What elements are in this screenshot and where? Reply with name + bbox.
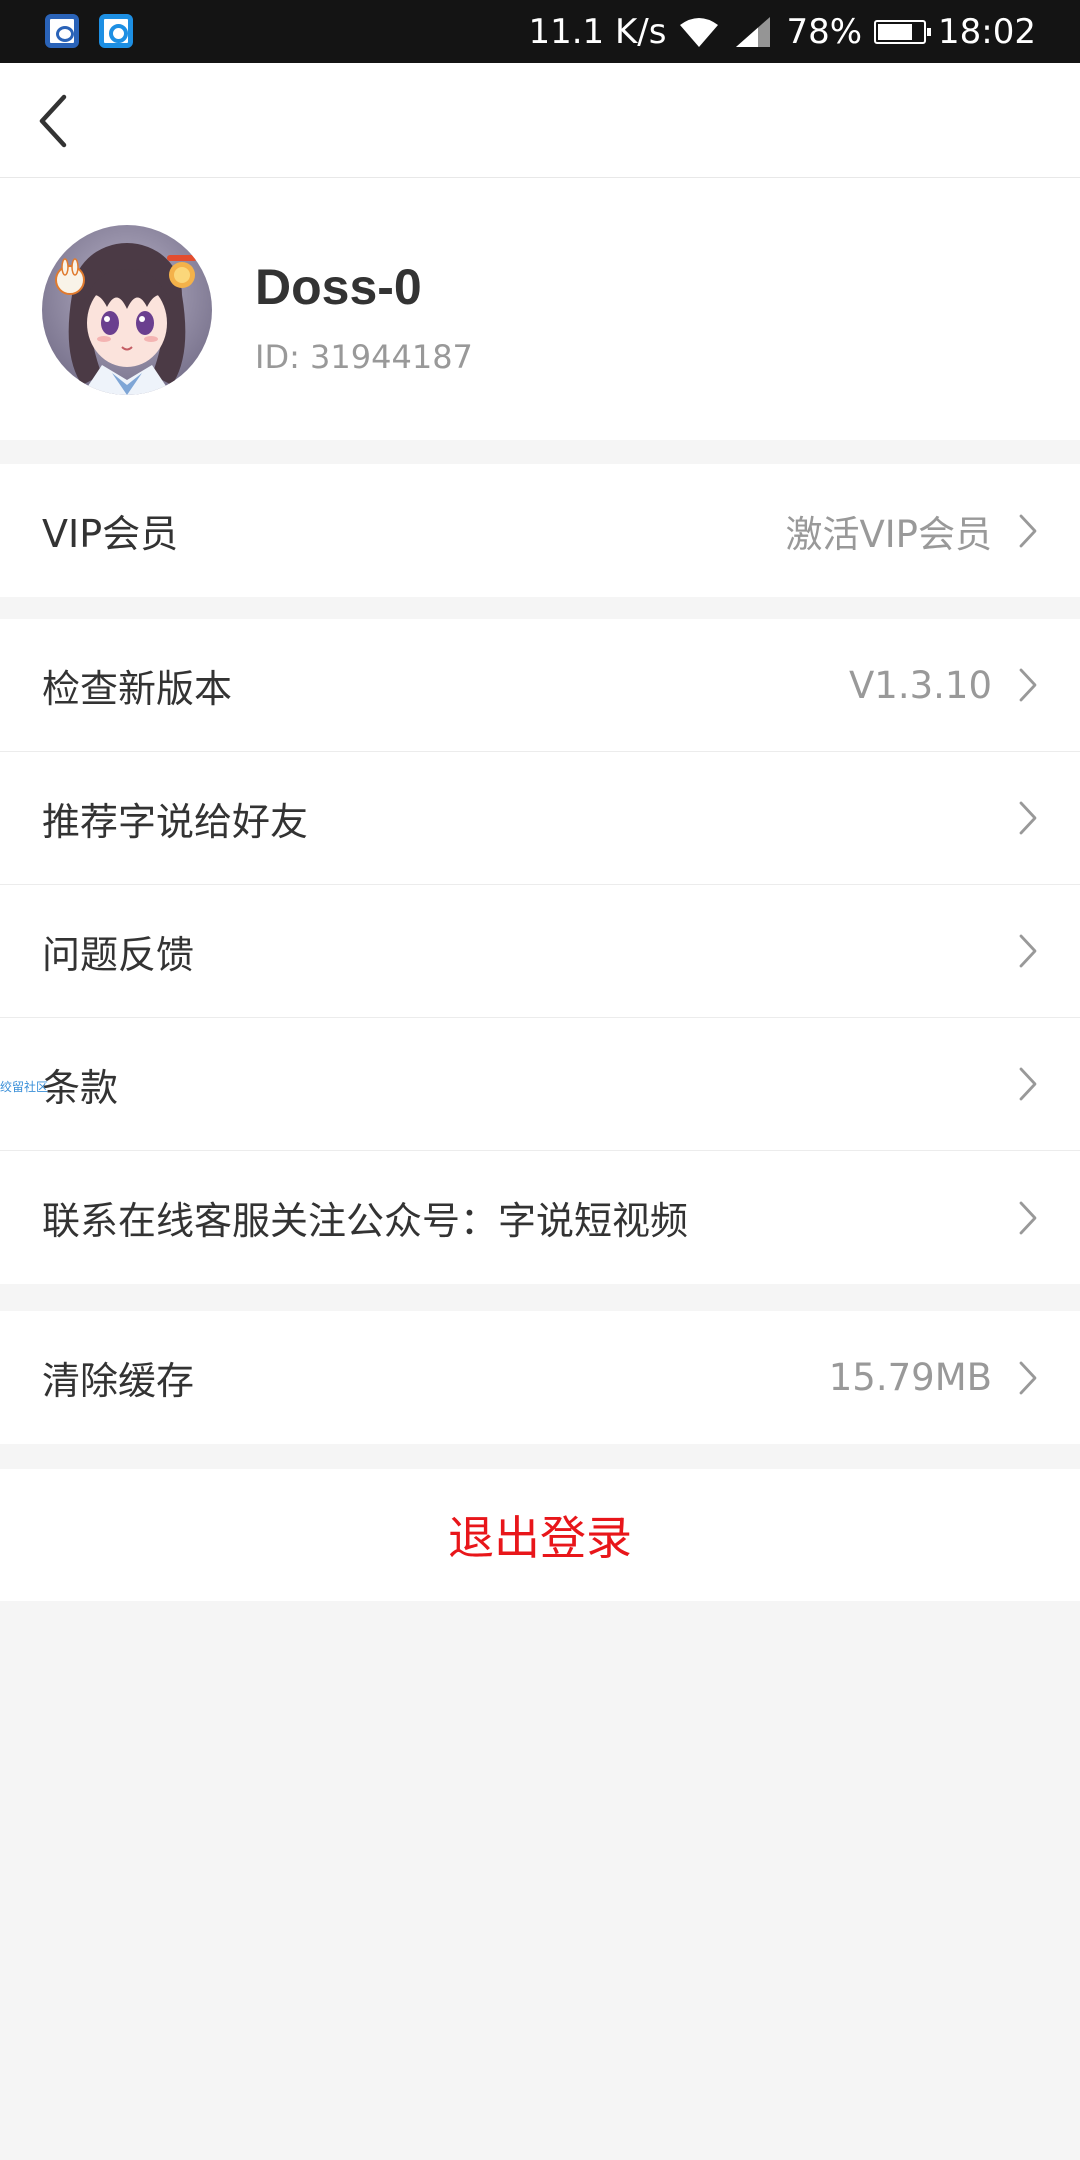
chevron-right-icon [1019,801,1037,835]
clock: 18:02 [938,11,1036,52]
version-value: V1.3.10 [849,663,992,707]
watermark-text: 绞留社区 [0,1080,49,1094]
cache-group: 清除缓存 15.79MB [0,1311,1080,1444]
customer-service-label: 联系在线客服关注公众号：字说短视频 [42,1199,689,1243]
status-bar: 11.1 K/s 78% 18:02 [0,0,1080,63]
terms-label: 条款 [42,1065,119,1110]
logout-button[interactable]: 退出登录 [0,1469,1080,1601]
clear-cache-row[interactable]: 清除缓存 15.79MB [0,1311,1080,1444]
chevron-right-icon [1019,1067,1037,1101]
chevron-right-icon [1019,514,1037,547]
logout-label: 退出登录 [448,1511,632,1565]
avatar[interactable] [42,225,212,395]
clear-cache-label: 清除缓存 [42,1359,195,1403]
check-version-label: 检查新版本 [42,666,233,711]
recommend-friends-row[interactable]: 推荐字说给好友 [0,752,1080,885]
settings-group: 检查新版本 V1.3.10 推荐字说给好友 问题反馈 绞留社区 条款 联系在线客… [0,619,1080,1284]
battery-level-fill [878,23,913,40]
check-version-row[interactable]: 检查新版本 V1.3.10 [0,619,1080,752]
app-notification-icon [45,14,79,48]
user-id: ID: 31944187 [255,338,473,376]
vip-row[interactable]: VIP会员 激活VIP会员 [0,464,1080,597]
battery-percent: 78% [786,11,863,52]
recommend-friends-label: 推荐字说给好友 [42,799,309,844]
nav-bar [0,63,1080,178]
cache-size-value: 15.79MB [828,1356,992,1399]
network-speed: 11.1 K/s [528,11,667,52]
avatar-image [42,225,212,395]
signal-icon [736,16,771,47]
username: Doss-0 [255,259,422,315]
vip-group: VIP会员 激活VIP会员 [0,464,1080,597]
app-notification-icon [99,14,133,48]
profile-header: Doss-0 ID: 31944187 [0,178,1080,440]
vip-label: VIP会员 [42,512,179,556]
customer-service-row[interactable]: 联系在线客服关注公众号：字说短视频 [0,1151,1080,1284]
chevron-left-icon[interactable] [34,91,74,151]
feedback-row[interactable]: 问题反馈 [0,885,1080,1018]
battery-icon [874,19,932,44]
wifi-icon [680,17,719,47]
chevron-right-icon [1019,934,1037,968]
chevron-right-icon [1019,1361,1037,1394]
status-bar-right: 11.1 K/s 78% 18:02 [528,0,1036,63]
chevron-right-icon [1019,1201,1037,1234]
feedback-label: 问题反馈 [42,932,195,977]
terms-row[interactable]: 绞留社区 条款 [0,1018,1080,1151]
vip-activate-value: 激活VIP会员 [785,512,992,556]
chevron-right-icon [1019,668,1037,702]
